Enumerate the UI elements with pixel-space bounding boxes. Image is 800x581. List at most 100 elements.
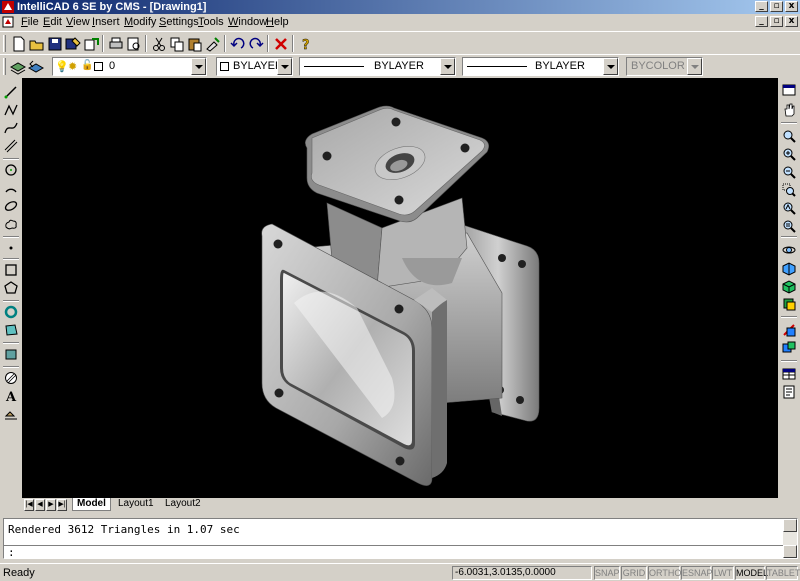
ellipse-icon[interactable]: [3, 198, 19, 214]
linetype-dropdown-arrow[interactable]: [440, 58, 455, 75]
named-views-icon[interactable]: [781, 340, 797, 356]
print-icon[interactable]: [107, 35, 125, 53]
point-icon[interactable]: [3, 240, 19, 256]
cut-icon[interactable]: [150, 35, 168, 53]
color-dropdown-arrow[interactable]: [277, 58, 292, 75]
orbit-icon[interactable]: [781, 242, 797, 258]
table-icon[interactable]: [781, 366, 797, 382]
rectangle-icon[interactable]: [3, 262, 19, 278]
menu-modify[interactable]: Modify: [124, 16, 156, 29]
save-icon[interactable]: [46, 35, 64, 53]
zoom-in-icon[interactable]: [781, 146, 797, 162]
view-properties-icon[interactable]: [781, 82, 797, 98]
layer-dropdown[interactable]: 💡 ✹ 🔓 0: [52, 57, 207, 76]
region-icon[interactable]: [3, 322, 19, 338]
arc-icon[interactable]: [3, 180, 19, 196]
properties-icon[interactable]: [781, 384, 797, 400]
last-tab-button[interactable]: ▶|: [57, 499, 67, 511]
lineweight-dropdown-arrow[interactable]: [603, 58, 618, 75]
wipeout-icon[interactable]: [3, 346, 19, 362]
copy-icon[interactable]: [168, 35, 186, 53]
menu-insert[interactable]: Insert: [92, 16, 120, 29]
revision-cloud-icon[interactable]: [3, 216, 19, 232]
zoom-window-icon[interactable]: [781, 182, 797, 198]
menu-view[interactable]: View: [66, 16, 90, 29]
print-preview-icon[interactable]: [125, 35, 143, 53]
model-toggle[interactable]: MODEL: [735, 566, 768, 580]
next-tab-button[interactable]: ▶: [46, 499, 56, 511]
document-icon[interactable]: [2, 16, 14, 28]
shade-icon[interactable]: [781, 278, 797, 294]
open-icon[interactable]: [28, 35, 46, 53]
zoom-out-icon[interactable]: [781, 164, 797, 180]
line-icon[interactable]: [3, 84, 19, 100]
zoom-realtime-icon[interactable]: [781, 128, 797, 144]
pan-icon[interactable]: [781, 102, 797, 118]
tablet-toggle[interactable]: TABLET: [766, 566, 800, 580]
menu-window[interactable]: Window: [228, 16, 267, 29]
command-window[interactable]: Rendered 3612 Triangles in 1.07 sec :: [3, 518, 798, 559]
viewpoint-icon[interactable]: [781, 322, 797, 338]
bulb-icon[interactable]: 💡: [55, 60, 69, 73]
tab-layout2[interactable]: Layout2: [161, 498, 205, 511]
lwt-toggle[interactable]: LWT: [712, 566, 734, 580]
command-prompt[interactable]: :: [8, 546, 15, 559]
layers-manager-icon[interactable]: [9, 58, 27, 76]
text-icon[interactable]: A: [3, 388, 19, 404]
scroll-up-button[interactable]: [783, 519, 797, 532]
polyline-icon[interactable]: [3, 102, 19, 118]
toolbar-grip[interactable]: [3, 35, 6, 52]
circle-icon[interactable]: [3, 162, 19, 178]
prev-tab-button[interactable]: ◀: [35, 499, 45, 511]
first-tab-button[interactable]: |◀: [24, 499, 34, 511]
match-properties-icon[interactable]: [204, 35, 222, 53]
delete-icon[interactable]: [272, 35, 290, 53]
menu-settings[interactable]: Settings: [159, 16, 199, 29]
spline-icon[interactable]: [3, 120, 19, 136]
sun-icon[interactable]: ✹: [68, 60, 77, 73]
render-icon[interactable]: [781, 260, 797, 276]
scroll-down-button[interactable]: [783, 545, 797, 558]
maximize-button[interactable]: ▫: [770, 1, 783, 12]
color-dropdown[interactable]: BYLAYER: [216, 57, 293, 76]
tab-layout1[interactable]: Layout1: [114, 498, 158, 511]
layer-previous-icon[interactable]: [27, 58, 45, 76]
layer-dropdown-arrow[interactable]: [191, 58, 206, 75]
zoom-extents-icon[interactable]: [781, 218, 797, 234]
lineweight-dropdown[interactable]: BYLAYER: [462, 57, 619, 76]
redo-icon[interactable]: [247, 35, 265, 53]
linetype-dropdown[interactable]: BYLAYER: [299, 57, 456, 76]
layers-icon[interactable]: [781, 296, 797, 312]
snap-toggle[interactable]: SNAP: [594, 566, 620, 580]
paste-icon[interactable]: [186, 35, 204, 53]
doc-minimize-button[interactable]: _: [755, 16, 768, 27]
new-icon[interactable]: [10, 35, 28, 53]
drawing-viewport[interactable]: [22, 78, 778, 500]
app-icon[interactable]: [2, 1, 14, 13]
zoom-all-icon[interactable]: [781, 200, 797, 216]
save-as-icon[interactable]: [64, 35, 82, 53]
ortho-toggle[interactable]: ORTHO: [648, 566, 681, 580]
command-scrollbar[interactable]: [783, 519, 797, 558]
grid-toggle[interactable]: GRID: [621, 566, 647, 580]
doc-restore-button[interactable]: ▫: [770, 16, 783, 27]
insert-block-icon[interactable]: [3, 406, 19, 422]
menu-edit[interactable]: Edit: [43, 16, 62, 29]
hatch-icon[interactable]: [3, 370, 19, 386]
polygon-icon[interactable]: [3, 280, 19, 296]
minimize-button[interactable]: _: [755, 1, 768, 12]
toolbar-grip[interactable]: [3, 58, 6, 75]
export-icon[interactable]: [82, 35, 100, 53]
lock-icon[interactable]: 🔓: [81, 60, 93, 71]
menu-help[interactable]: Help: [266, 16, 289, 29]
undo-icon[interactable]: [229, 35, 247, 53]
help-icon[interactable]: ?: [297, 35, 315, 53]
donut-icon[interactable]: [3, 304, 19, 320]
close-button[interactable]: x: [785, 1, 798, 12]
menu-file[interactable]: File: [21, 16, 39, 29]
tab-model[interactable]: Model: [72, 498, 111, 511]
esnap-toggle[interactable]: ESNAP: [681, 566, 713, 580]
doc-close-button[interactable]: x: [785, 16, 798, 27]
menu-tools[interactable]: Tools: [198, 16, 224, 29]
multiline-icon[interactable]: [3, 138, 19, 154]
